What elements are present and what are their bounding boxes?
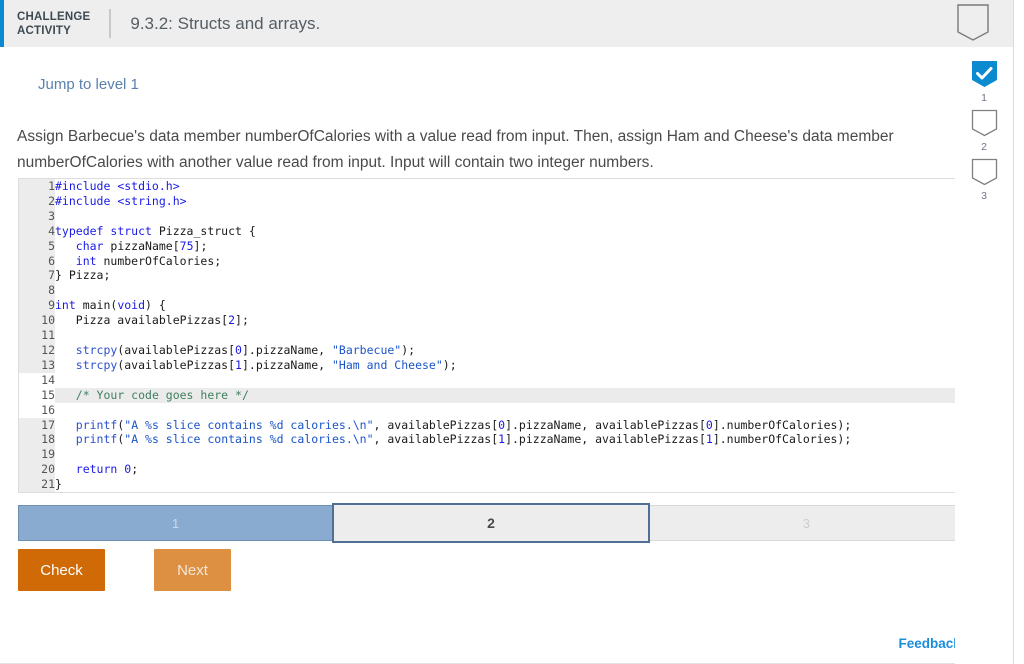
code-line-source: strcpy(availablePizzas[0].pizzaName, "Ba… — [55, 342, 963, 358]
code-line: 14 — [19, 372, 963, 388]
line-number: 12 — [19, 342, 55, 358]
code-line-source: char pizzaName[75]; — [55, 238, 963, 254]
challenge-activity-page: CHALLENGE ACTIVITY 9.3.2: Structs and ar… — [0, 0, 1024, 664]
right-sidebar — [1013, 0, 1024, 664]
next-button[interactable]: Next — [154, 549, 231, 591]
code-line: 7} Pizza; — [19, 268, 963, 284]
code-line: 3 — [19, 208, 963, 224]
code-editor[interactable]: 1 #include <stdio.h> 2 #include <string.h> 3… — [18, 178, 964, 494]
activity-header: CHALLENGE ACTIVITY 9.3.2: Structs and ar… — [0, 0, 1013, 47]
line-number: 13 — [19, 357, 55, 373]
code-line: 11 — [19, 328, 963, 343]
line-number: 10 — [19, 313, 55, 329]
code-line: 19 — [19, 447, 963, 463]
shield-check-icon — [971, 60, 998, 89]
line-number: 20 — [19, 462, 55, 478]
activity-title: 9.3.2: Structs and arrays. — [130, 13, 321, 33]
shield-outline-icon — [971, 109, 998, 138]
header-accent-bar — [0, 0, 4, 47]
code-line-source: printf("A %s slice contains %d calories.… — [55, 417, 963, 433]
code-line: 4 typedef struct Pizza_struct { — [19, 223, 963, 239]
line-number: 9 — [19, 298, 55, 314]
code-line-source — [55, 402, 963, 418]
progress-segment-3[interactable]: 3 — [648, 505, 964, 541]
code-line: 6 int numberOfCalories; — [19, 253, 963, 269]
code-line: 21} — [19, 477, 963, 493]
code-line-source: #include <stdio.h> — [55, 179, 963, 194]
header-divider — [109, 9, 112, 38]
code-line-source: printf("A %s slice contains %d calories.… — [55, 432, 963, 448]
code-line-source: int numberOfCalories; — [55, 253, 963, 269]
code-line-editable[interactable]: /* Your code goes here */ — [55, 387, 963, 403]
code-line-source — [55, 208, 963, 224]
code-line-source: #include <string.h> — [55, 193, 963, 209]
code-line-source: Pizza availablePizzas[2]; — [55, 313, 963, 329]
rail-level-number: 2 — [981, 141, 987, 153]
rail-level-number: 3 — [981, 190, 987, 202]
line-number: 6 — [19, 253, 55, 269]
line-number: 18 — [19, 432, 55, 448]
code-line: 8 — [19, 283, 963, 299]
code-line: 2 #include <string.h> — [19, 193, 963, 209]
line-number: 8 — [19, 283, 55, 299]
rail-level-number: 1 — [981, 92, 987, 104]
line-number: 17 — [19, 417, 55, 433]
line-number: 1 — [19, 179, 55, 194]
code-line-source — [55, 283, 963, 299]
line-number: 3 — [19, 208, 55, 224]
code-line: 16 — [19, 402, 963, 418]
line-number: 7 — [19, 268, 55, 284]
rail-level-2[interactable]: 2 — [971, 109, 998, 153]
line-number: 11 — [19, 328, 55, 343]
code-line-source — [55, 328, 963, 343]
progress-segment-1[interactable]: 1 — [18, 505, 334, 541]
check-button[interactable]: Check — [18, 549, 105, 591]
line-number: 4 — [19, 223, 55, 239]
shield-outline-icon — [971, 158, 998, 187]
line-number: 5 — [19, 238, 55, 254]
code-line-source: } — [55, 477, 963, 493]
progress-segment-2[interactable]: 2 — [332, 503, 650, 543]
code-line: 5 char pizzaName[75]; — [19, 238, 963, 254]
line-number: 14 — [19, 372, 55, 388]
activity-content: Jump to level 1 Assign Barbecue's data m… — [0, 47, 1013, 664]
line-number: 2 — [19, 193, 55, 209]
code-line-source: strcpy(availablePizzas[1].pizzaName, "Ha… — [55, 357, 963, 373]
code-line: 10 Pizza availablePizzas[2]; — [19, 313, 963, 329]
code-line: 18 printf("A %s slice contains %d calori… — [19, 432, 963, 448]
rail-level-1[interactable]: 1 — [971, 60, 998, 104]
code-line: 13 strcpy(availablePizzas[1].pizzaName, … — [19, 357, 963, 373]
shield-outline-icon — [954, 4, 992, 44]
code-line-source: return 0; — [55, 462, 963, 478]
code-line: 20 return 0; — [19, 462, 963, 478]
code-line-source: int main(void) { — [55, 298, 963, 314]
jump-to-level-link[interactable]: Jump to level 1 — [38, 76, 139, 93]
line-number: 16 — [19, 402, 55, 418]
code-line-source — [55, 372, 963, 388]
code-line-source: typedef struct Pizza_struct { — [55, 223, 963, 239]
action-buttons: Check Next — [18, 549, 231, 591]
line-number: 19 — [19, 447, 55, 463]
code-line: 9 int main(void) { — [19, 298, 963, 314]
code-table: 1 #include <stdio.h> 2 #include <string.h> 3… — [19, 179, 963, 493]
line-number: 21 — [19, 477, 55, 493]
code-line: 17 printf("A %s slice contains %d calori… — [19, 417, 963, 433]
line-number: 15 — [19, 387, 55, 403]
code-line: 15 /* Your code goes here */ — [19, 387, 963, 403]
code-line: 12 strcpy(availablePizzas[0].pizzaName, … — [19, 342, 963, 358]
activity-prompt: Assign Barbecue's data member numberOfCa… — [17, 128, 894, 171]
level-progress-rail: 1 2 3 — [955, 47, 1013, 664]
challenge-activity-label: CHALLENGE ACTIVITY — [17, 10, 91, 37]
rail-level-3[interactable]: 3 — [971, 158, 998, 202]
code-line-source — [55, 447, 963, 463]
code-line: 1 #include <stdio.h> — [19, 179, 963, 194]
progress-segments: 123 — [18, 503, 964, 543]
code-line-source: } Pizza; — [55, 268, 963, 284]
